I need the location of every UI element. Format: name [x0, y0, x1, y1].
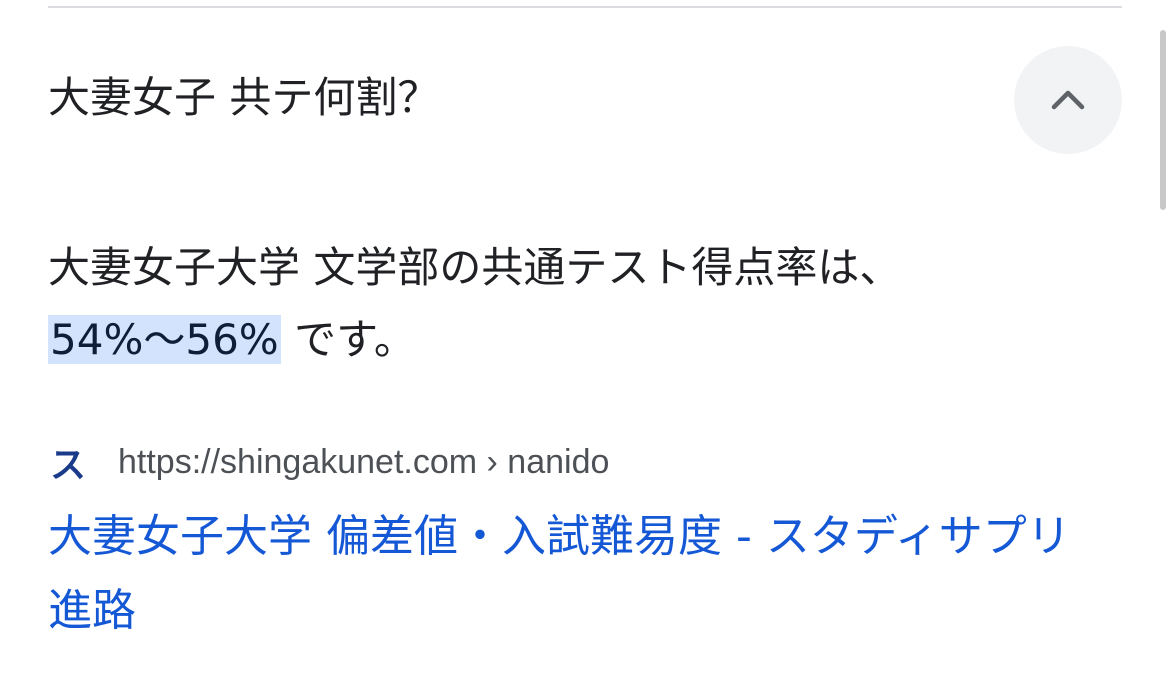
answer-text: 大妻女子大学 文学部の共通テスト得点率は、 [48, 243, 902, 292]
faq-question-text[interactable]: 大妻女子 共テ何割？ [48, 68, 439, 128]
chevron-up-icon [1051, 90, 1085, 110]
collapse-button[interactable] [1014, 46, 1122, 154]
faq-answer: 大妻女子大学 文学部の共通テスト得点率は、 54%〜56% です。 [48, 232, 1122, 376]
scrollbar[interactable] [1160, 30, 1166, 210]
source-row[interactable]: ス https://shingakunet.com › nanido [48, 438, 609, 487]
faq-question-row[interactable]: 大妻女子 共テ何割？ [48, 46, 1122, 154]
answer-highlight: 54%〜56% [48, 315, 281, 364]
top-divider [48, 6, 1122, 8]
site-favicon-icon: ス [49, 445, 86, 486]
result-title-link[interactable]: 大妻女子大学 偏差値・入試難易度 - スタディサプリ進路 [48, 500, 1114, 648]
source-url[interactable]: https://shingakunet.com › nanido [118, 443, 609, 482]
answer-suffix: です。 [280, 315, 416, 364]
